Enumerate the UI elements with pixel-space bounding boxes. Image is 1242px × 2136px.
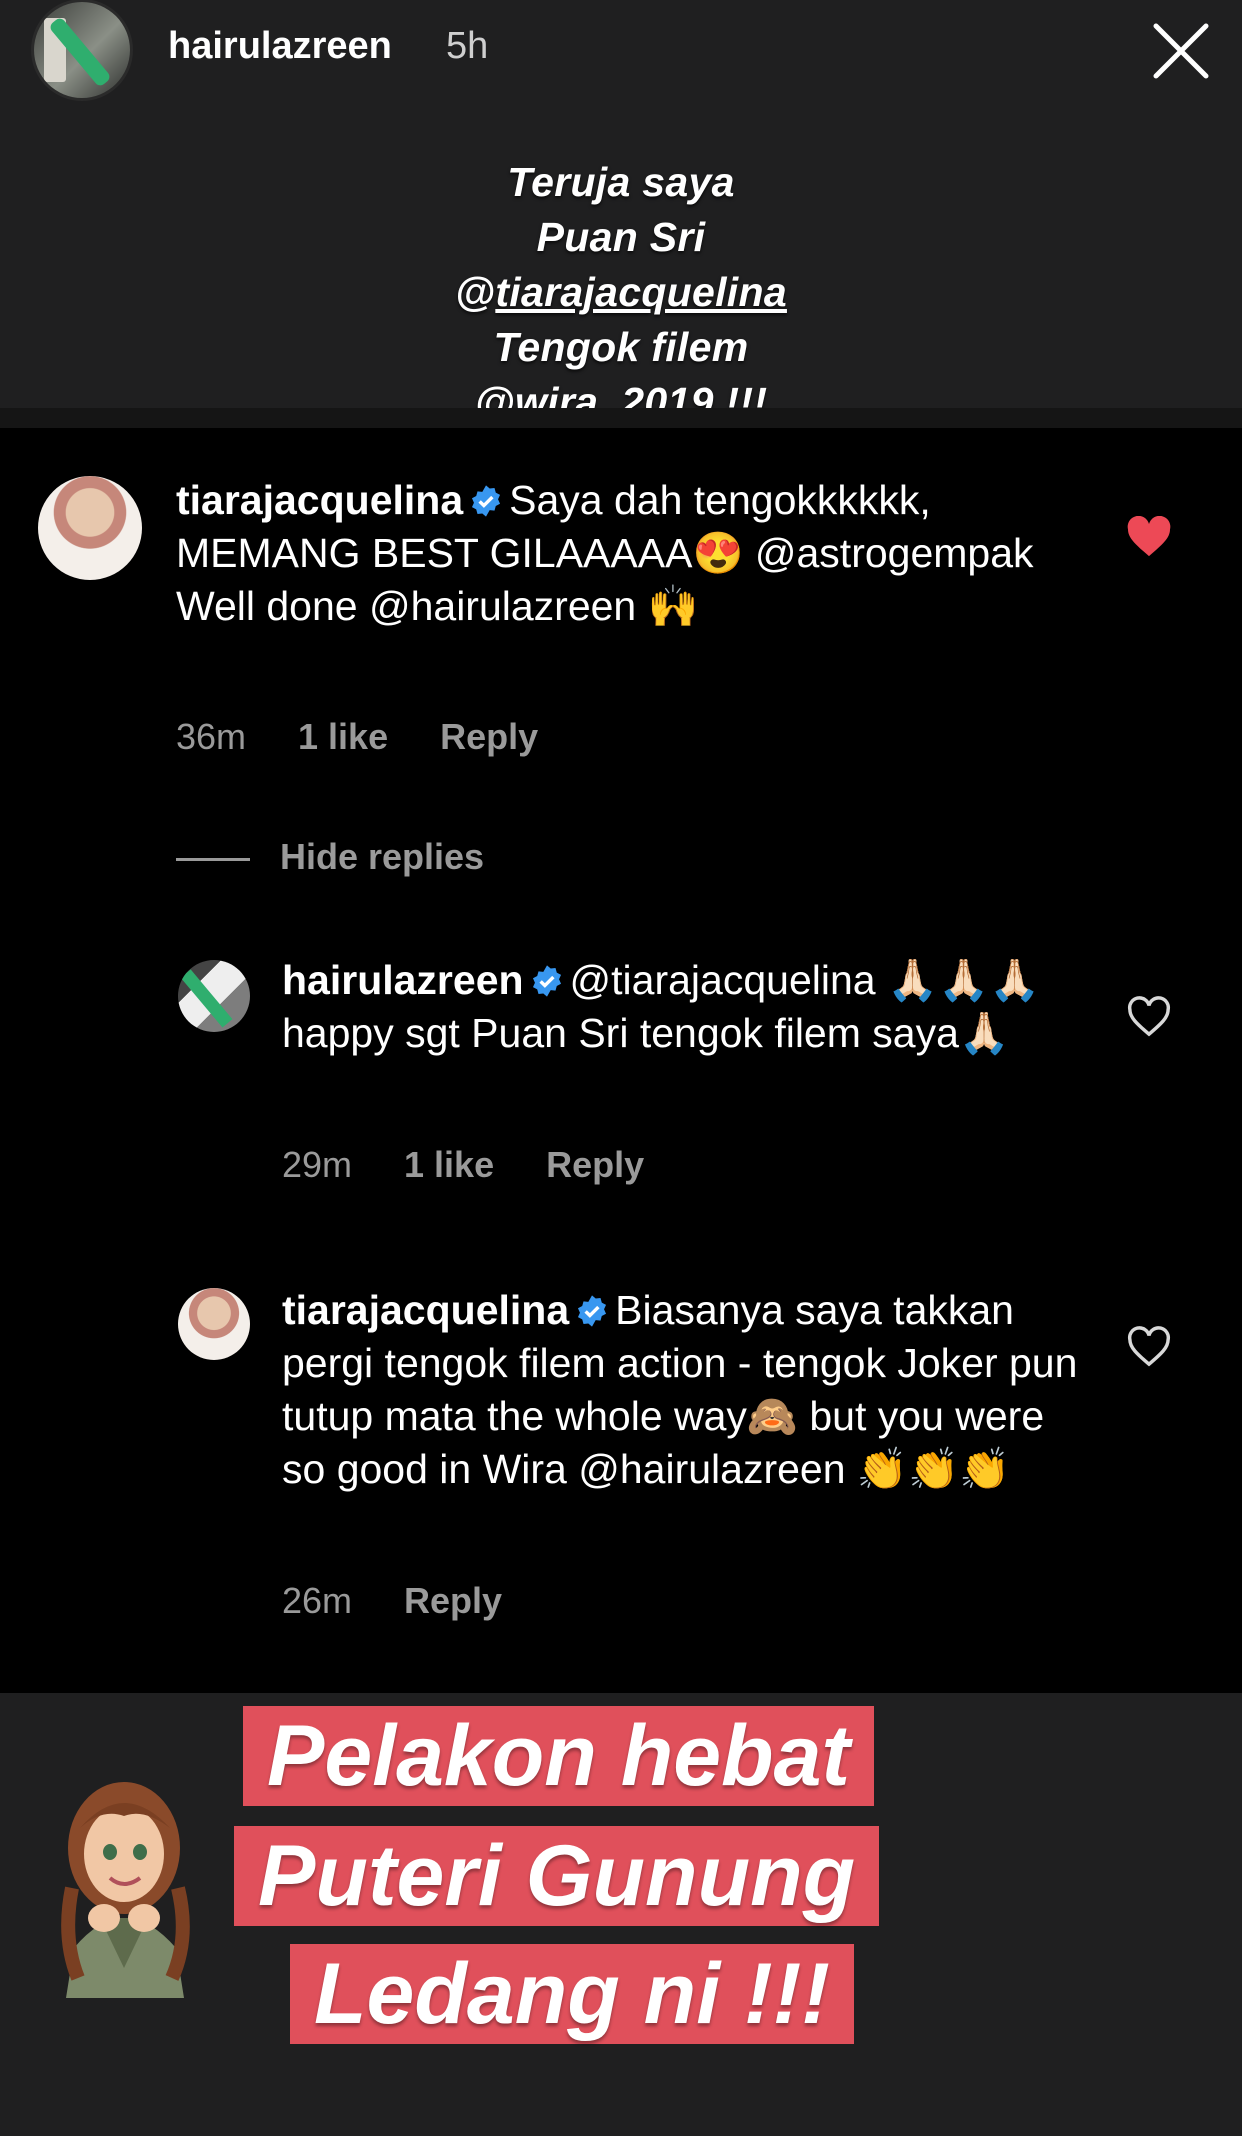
- comment-meta: 36m 1 like Reply: [176, 716, 590, 758]
- hide-replies-line: [176, 857, 250, 861]
- banner-line: Ledang ni !!!: [290, 1944, 854, 2044]
- story-username[interactable]: hairulazreen: [168, 25, 392, 68]
- close-icon[interactable]: [1150, 20, 1212, 82]
- panel-top-strip: [0, 408, 1242, 428]
- hide-replies-label: Hide replies: [280, 836, 485, 877]
- comment-body: hairulazreen @tiarajacquelina 🙏🏻🙏🏻🙏🏻 happ…: [282, 954, 1072, 1060]
- comment-body: tiarajacquelina Saya dah tengokkkkkk, MEM…: [176, 474, 1096, 633]
- comment-likes[interactable]: 1 like: [404, 1144, 494, 1186]
- comment-username[interactable]: tiarajacquelina: [282, 1287, 569, 1333]
- avatar[interactable]: [178, 1288, 250, 1360]
- comment-likes[interactable]: 1 like: [298, 716, 388, 758]
- hide-replies-button[interactable]: Hide replies: [176, 836, 484, 878]
- caption-mention[interactable]: tiarajacquelina: [495, 269, 787, 315]
- heart-filled-icon[interactable]: [1126, 516, 1172, 558]
- story-header: hairulazreen 5h: [0, 0, 1242, 110]
- comment-body: tiarajacquelina Biasanya saya takkan perg…: [282, 1284, 1082, 1496]
- verified-badge-icon: [578, 1295, 607, 1327]
- story-caption: Teruja saya Puan Sri @tiarajacquelina Te…: [0, 155, 1242, 430]
- banner-line: Pelakon hebat: [243, 1706, 875, 1806]
- comment-time: 36m: [176, 716, 247, 757]
- comment-time: 29m: [282, 1144, 353, 1185]
- verified-badge-icon: [472, 485, 501, 517]
- reply-button[interactable]: Reply: [440, 716, 538, 758]
- comment-time: 26m: [282, 1580, 353, 1621]
- comment-meta: 26m Reply: [282, 1580, 554, 1622]
- avatar[interactable]: [38, 476, 142, 580]
- avatar[interactable]: [178, 960, 250, 1032]
- comment-meta: 29m 1 like Reply: [282, 1144, 696, 1186]
- heart-outline-icon[interactable]: [1126, 996, 1172, 1038]
- caption-mention-line: @tiarajacquelina: [0, 265, 1242, 320]
- comment-username[interactable]: tiarajacquelina: [176, 477, 463, 523]
- story-time: 5h: [446, 25, 489, 67]
- story-avatar[interactable]: [34, 2, 130, 98]
- caption-line: Teruja saya: [507, 159, 735, 205]
- reply-button[interactable]: Reply: [404, 1580, 502, 1622]
- reply-button[interactable]: Reply: [546, 1144, 644, 1186]
- princess-sticker[interactable]: [44, 1768, 206, 2002]
- caption-line: Tengok filem: [493, 324, 749, 370]
- caption-at: @: [455, 269, 496, 315]
- banner-line: Puteri Gunung: [234, 1826, 880, 1926]
- heart-outline-icon[interactable]: [1126, 1326, 1172, 1368]
- comment-username[interactable]: hairulazreen: [282, 957, 524, 1003]
- verified-badge-icon: [532, 965, 561, 997]
- caption-line: Puan Sri: [536, 214, 706, 260]
